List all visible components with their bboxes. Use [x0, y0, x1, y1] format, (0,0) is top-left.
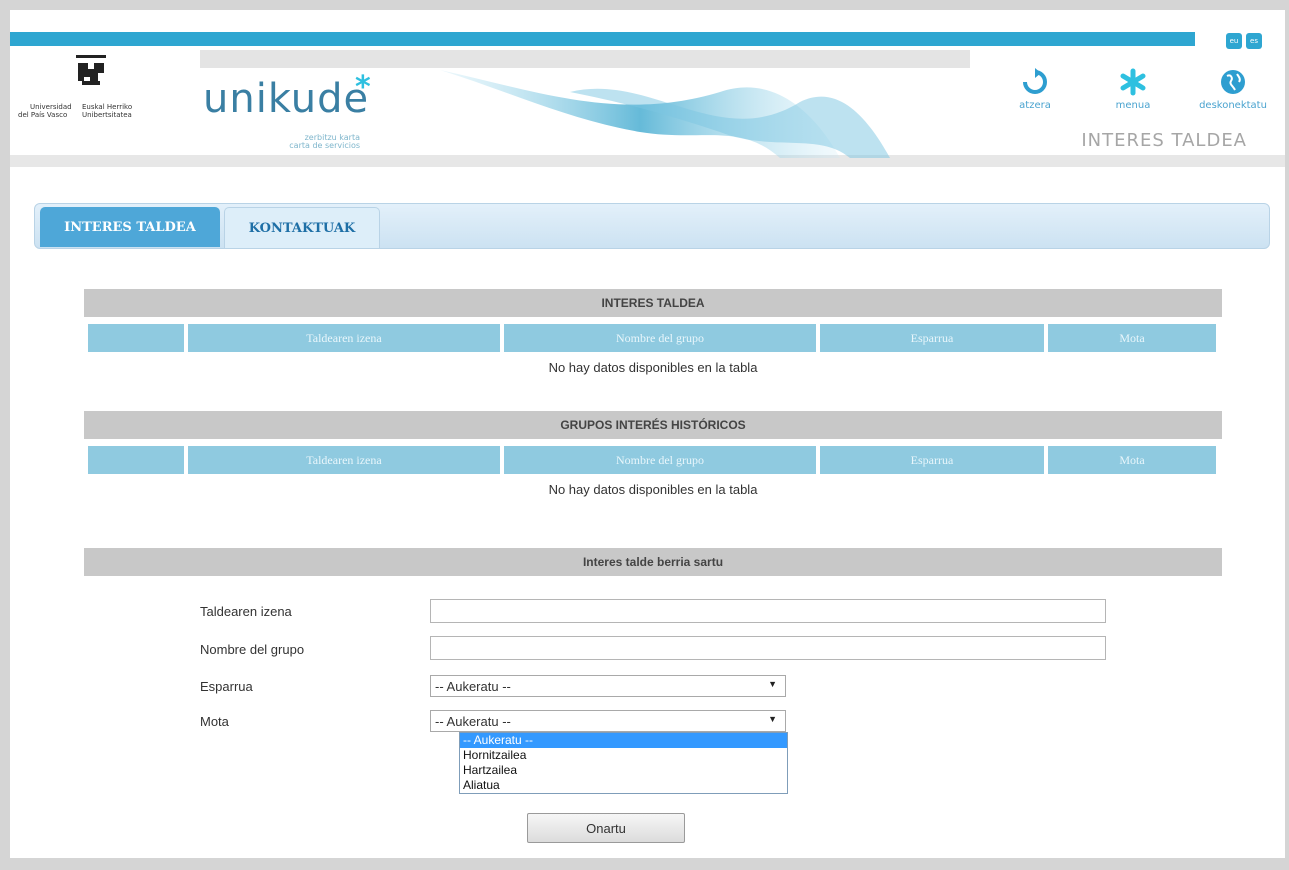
taldearen-izena-input[interactable]: [430, 599, 1106, 623]
mota-dropdown-list: -- Aukeratu -- Hornitzailea Hartzailea A…: [459, 732, 788, 794]
university-name-eu: Euskal Herriko Unibertsitatea: [82, 103, 133, 119]
label-nombre-del-grupo: Nombre del grupo: [200, 642, 305, 657]
onartu-button[interactable]: Onartu: [527, 813, 685, 843]
table1-col-esparrua[interactable]: Esparrua: [820, 324, 1044, 352]
label-taldearen-izena: Taldearen izena: [200, 604, 292, 619]
lang-eu-button[interactable]: eu: [1226, 33, 1242, 49]
app-subtitle: zerbitzu karta carta de servicios: [289, 133, 360, 150]
table1-col-nombre[interactable]: Nombre del grupo: [504, 324, 816, 352]
table2-empty-message: No hay datos disponibles en la tabla: [548, 482, 758, 497]
header-swirl-decoration: [440, 70, 890, 158]
table2-col-esparrua[interactable]: Esparrua: [820, 446, 1044, 474]
app-logo-star: *: [355, 70, 371, 105]
table2-title: GRUPOS INTERÉS HISTÓRICOS: [84, 411, 1222, 439]
mota-option[interactable]: -- Aukeratu --: [460, 733, 787, 748]
nav-menu[interactable]: menua: [1108, 68, 1158, 111]
table1-col-select[interactable]: [88, 324, 184, 352]
table1-col-taldearen[interactable]: Taldearen izena: [188, 324, 500, 352]
label-esparrua: Esparrua: [200, 679, 253, 694]
globe-icon: [1221, 70, 1245, 94]
nombre-del-grupo-input[interactable]: [430, 636, 1106, 660]
esparrua-select[interactable]: -- Aukeratu -- ▼: [430, 675, 786, 697]
nav-back[interactable]: atzera: [1010, 68, 1060, 111]
back-arrow-icon: [1023, 68, 1047, 94]
lang-es-button[interactable]: es: [1246, 33, 1262, 49]
nav-disconnect[interactable]: deskonektatu: [1188, 68, 1278, 111]
dropdown-arrow-icon: ▼: [768, 679, 777, 689]
form-title: Interes talde berria sartu: [84, 548, 1222, 576]
table2-col-nombre[interactable]: Nombre del grupo: [504, 446, 816, 474]
university-logo: Universidad del País Vasco Euskal Herrik…: [18, 55, 168, 125]
tab-kontaktuak[interactable]: KONTAKTUAK: [224, 207, 380, 248]
table1-col-mota[interactable]: Mota: [1048, 324, 1216, 352]
mota-select[interactable]: -- Aukeratu -- ▼: [430, 710, 786, 732]
mota-option[interactable]: Hornitzailea: [460, 748, 787, 763]
table2-col-select[interactable]: [88, 446, 184, 474]
table2-col-taldearen[interactable]: Taldearen izena: [188, 446, 500, 474]
table1-empty-message: No hay datos disponibles en la tabla: [548, 360, 758, 375]
tab-interes-taldea[interactable]: INTERES TALDEA: [40, 207, 220, 247]
header-top-bar: [10, 32, 1195, 46]
mota-option[interactable]: Aliatua: [460, 778, 787, 793]
table2-col-mota[interactable]: Mota: [1048, 446, 1216, 474]
language-switcher: eu es: [1226, 33, 1262, 49]
university-name-es: Universidad del País Vasco: [18, 103, 72, 119]
dropdown-arrow-icon: ▼: [768, 714, 777, 724]
page-caption: INTERES TALDEA: [1081, 130, 1247, 151]
label-mota: Mota: [200, 714, 229, 729]
table1-title: INTERES TALDEA: [84, 289, 1222, 317]
asterisk-menu-icon: [1120, 68, 1146, 96]
mota-option[interactable]: Hartzailea: [460, 763, 787, 778]
app-logo: unikude: [203, 76, 370, 122]
university-emblem-icon: [76, 55, 106, 85]
